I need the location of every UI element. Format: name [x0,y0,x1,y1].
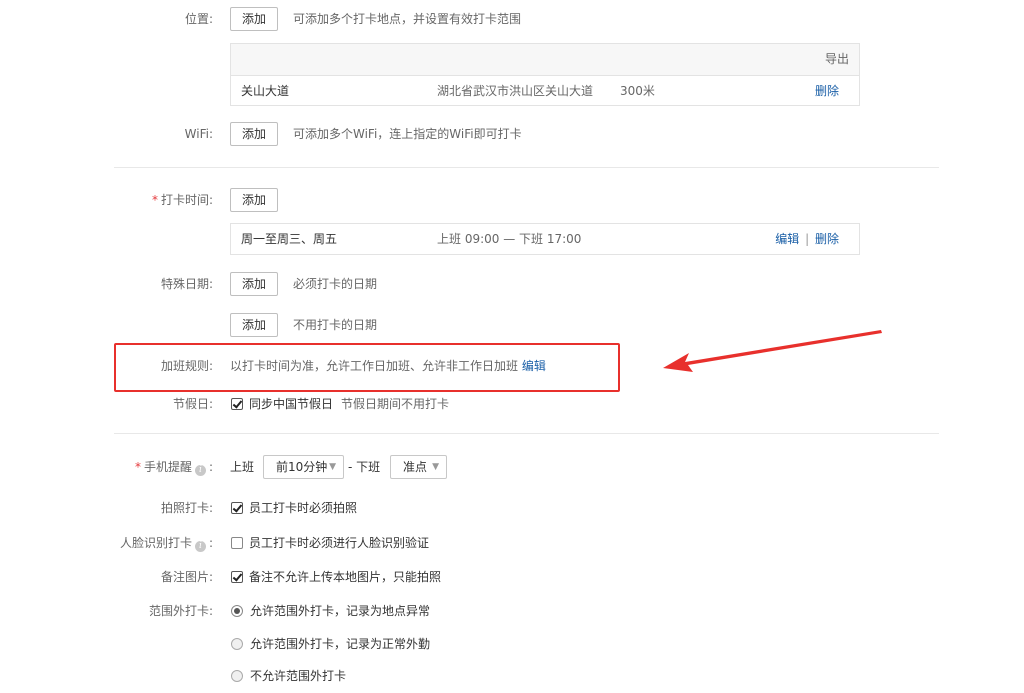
chevron-down-icon: ▼ [329,462,336,472]
table-row: 周一至周三、周五 上班 09:00 — 下班 17:00 编辑 | 删除 [231,224,859,255]
remark-photo-option: 备注不允许上传本地图片，只能拍照 [249,570,442,584]
export-link[interactable]: 导出 [825,44,849,75]
overtime-rule: 以打卡时间为准，允许工作日加班、允许非工作日加班 编辑 [230,358,546,374]
overtime-label: 加班规则: [160,359,213,373]
special-dates-label: 特殊日期: [160,277,213,291]
annotation-arrow-icon [663,330,882,372]
remark-photo-label: 备注图片: [160,570,213,584]
location-hint: 可添加多个打卡地点，并设置有效打卡范围 [293,12,522,26]
photo-required-option: 员工打卡时必须拍照 [249,501,358,515]
off-duty-label: - 下班 [348,460,381,474]
add-exempt-date-button[interactable]: 添加 [230,313,279,337]
punch-time-label: * 打卡时间: [152,192,213,208]
info-icon[interactable]: i [194,465,206,476]
holiday-label: 节假日: [172,397,213,411]
face-colon: : [208,536,213,550]
out-of-range-option: 不允许范围外打卡 [250,669,347,683]
out-of-range-option: 允许范围外打卡，记录为正常外勤 [250,637,431,651]
required-date-hint: 必须打卡的日期 [293,277,378,291]
sync-holiday-checkbox[interactable] [231,398,243,410]
delete-punch-time-link[interactable]: 删除 [815,232,839,246]
exempt-date-hint: 不用打卡的日期 [293,318,378,332]
off-duty-reminder-select[interactable]: 准点 ▼ [390,455,447,479]
out-of-range-radio-abnormal[interactable] [231,605,243,617]
out-of-range-option: 允许范围外打卡，记录为地点异常 [250,604,431,618]
section-divider [114,433,939,434]
chevron-down-icon: ▼ [432,462,439,472]
wifi-hint: 可添加多个WiFi，连上指定的WiFi即可打卡 [293,127,522,141]
edit-overtime-link[interactable]: 编辑 [522,359,546,373]
location-table-header: 导出 [231,44,859,76]
on-duty-reminder-select[interactable]: 前10分钟 ▼ [263,455,344,479]
reminder-label: * 手机提醒 i: [135,459,213,476]
out-of-range-radio-disallow[interactable] [231,670,243,682]
required-mark: * [151,193,158,207]
reminder-label-text: 手机提醒 [143,460,192,474]
remark-photo-checkbox[interactable] [231,571,243,583]
add-location-button[interactable]: 添加 [230,7,279,31]
reminder-colon: : [208,460,213,474]
required-mark: * [134,460,141,474]
location-range: 300米 [620,84,655,98]
location-table: 导出 关山大道 湖北省武汉市洪山区关山大道 300米 删除 [230,43,860,106]
delete-location-link[interactable]: 删除 [815,76,839,107]
off-duty-reminder-value: 准点 [403,460,428,474]
sync-holiday-option: 同步中国节假日 [249,397,334,411]
table-row: 关山大道 湖北省武汉市洪山区关山大道 300米 删除 [231,76,859,107]
photo-required-checkbox[interactable] [231,502,243,514]
punch-time-table: 周一至周三、周五 上班 09:00 — 下班 17:00 编辑 | 删除 [230,223,860,255]
add-wifi-button[interactable]: 添加 [230,122,279,146]
location-label: 位置: [184,12,213,26]
edit-punch-time-link[interactable]: 编辑 [775,232,799,246]
punch-time-label-text: 打卡时间: [160,193,213,207]
face-label-text: 人脸识别打卡 [119,536,192,550]
section-divider [114,167,939,168]
face-verify-checkbox[interactable] [231,537,243,549]
out-of-range-radio-field[interactable] [231,638,243,650]
on-duty-reminder-value: 前10分钟 [276,460,328,474]
face-label: 人脸识别打卡 i: [120,535,213,552]
add-required-date-button[interactable]: 添加 [230,272,279,296]
photo-label: 拍照打卡: [160,501,213,515]
punch-hours: 上班 09:00 — 下班 17:00 [437,232,582,246]
punch-days: 周一至周三、周五 [241,232,338,246]
add-punch-time-button[interactable]: 添加 [230,188,279,212]
info-icon[interactable]: i [194,541,206,552]
out-of-range-label: 范围外打卡: [148,604,213,618]
location-address: 湖北省武汉市洪山区关山大道 [437,84,594,98]
wifi-label: WiFi: [184,127,213,141]
face-verify-option: 员工打卡时必须进行人脸识别验证 [249,536,430,550]
location-name: 关山大道 [241,84,290,98]
link-separator: | [805,232,810,246]
on-duty-label: 上班 [230,460,255,474]
holiday-hint: 节假日期间不用打卡 [341,397,450,411]
overtime-rule-text: 以打卡时间为准，允许工作日加班、允许非工作日加班 [230,359,519,373]
